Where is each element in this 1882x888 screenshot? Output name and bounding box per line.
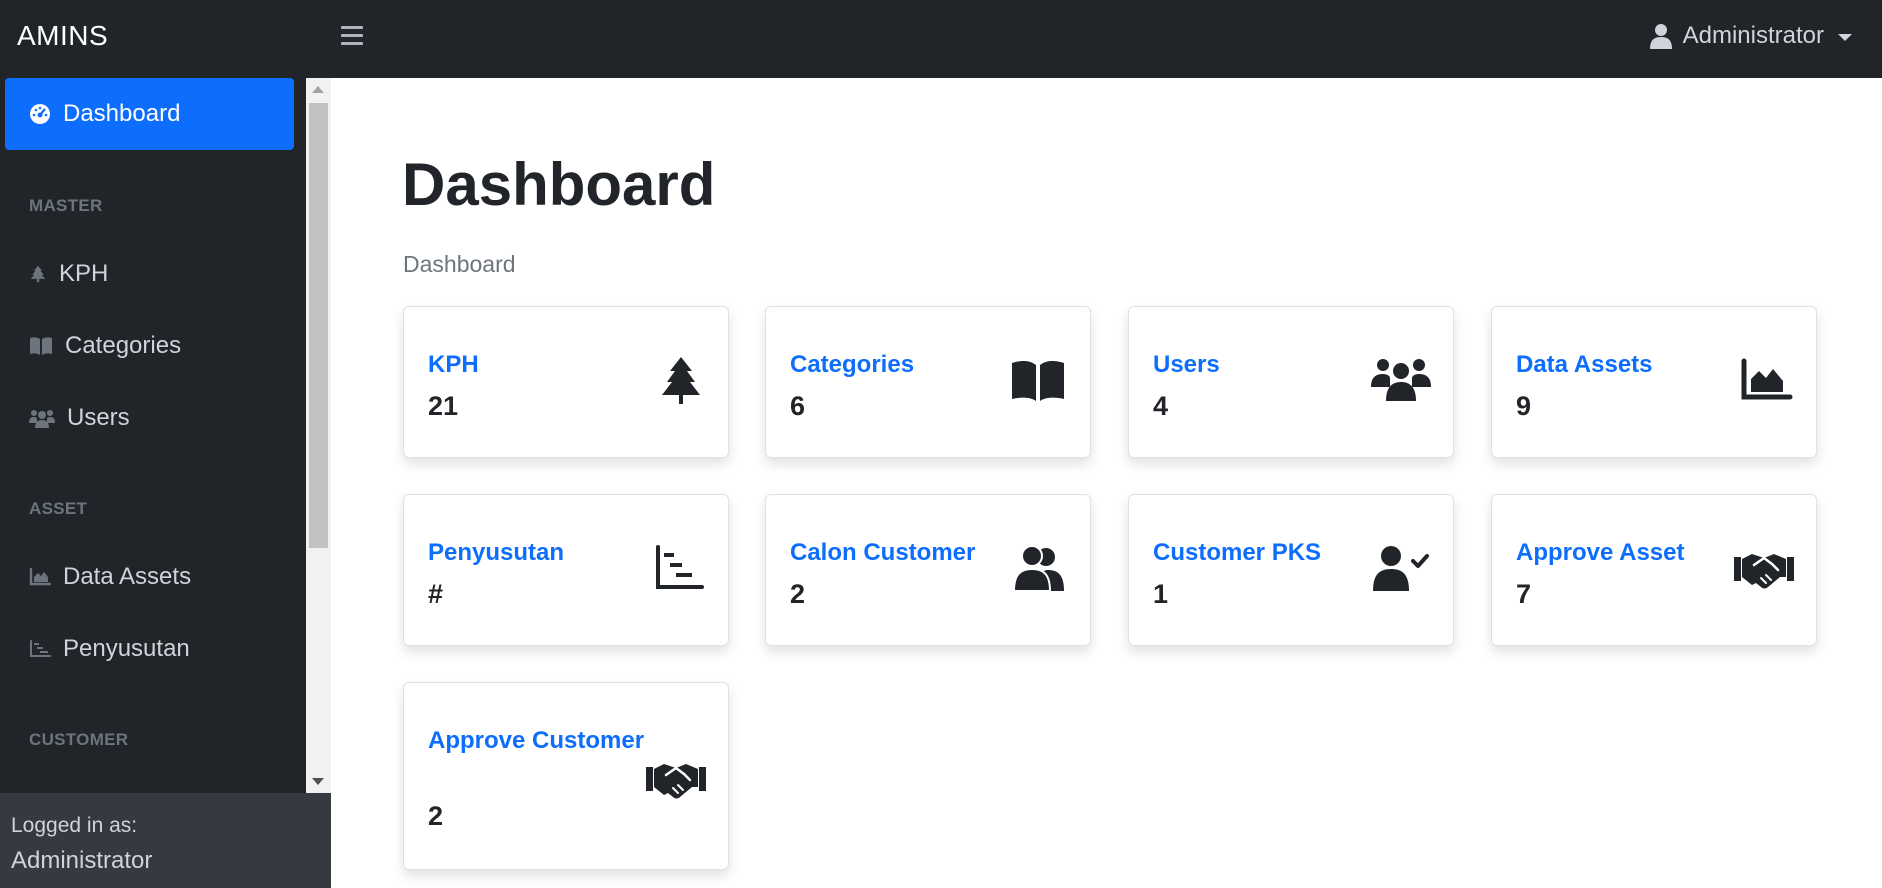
top-navbar: AMINS Administrator (0, 0, 1882, 78)
handshake-icon (646, 764, 706, 799)
card-value: 2 (428, 801, 444, 831)
card-title: Customer PKS (1153, 539, 1322, 566)
card-value: 21 (428, 391, 459, 421)
brand-logo[interactable]: AMINS (17, 20, 108, 52)
user-check-icon (1373, 546, 1429, 591)
user-menu-dropdown[interactable]: Administrator (1649, 22, 1852, 50)
scroll-up-icon[interactable] (312, 86, 324, 93)
user-menu-name: Administrator (1682, 22, 1824, 49)
sidebar-heading-customer: CUSTOMER (29, 730, 129, 749)
card-value: # (428, 579, 444, 609)
sidebar-item-label: Users (67, 404, 130, 431)
sidebar-footer: Logged in as: Administrator (0, 793, 331, 888)
book-open-icon (1012, 360, 1064, 401)
tree-icon (30, 265, 46, 283)
sidebar-toggle-icon[interactable] (341, 26, 363, 48)
users-icon (1371, 359, 1431, 401)
card-penyusutan[interactable]: Penyusutan # (403, 494, 729, 646)
card-customer-pks[interactable]: Customer PKS 1 (1128, 494, 1454, 646)
chart-area-icon (29, 567, 51, 586)
page-title: Dashboard (402, 151, 716, 218)
book-open-icon (30, 337, 52, 355)
sidebar-item-penyusutan[interactable]: Penyusutan (5, 621, 294, 677)
card-value: 1 (1153, 579, 1169, 609)
card-value: 6 (790, 391, 806, 421)
chevron-down-icon (1838, 33, 1852, 41)
sidebar-item-kph[interactable]: KPH (5, 246, 294, 302)
card-title: KPH (428, 351, 479, 378)
scrollbar-thumb[interactable] (309, 103, 328, 548)
card-title: Categories (790, 351, 915, 378)
card-title: Penyusutan (428, 539, 565, 566)
card-title: Approve Customer (428, 727, 645, 754)
card-users[interactable]: Users 4 (1128, 306, 1454, 458)
card-value: 7 (1516, 579, 1532, 609)
user-icon (1649, 24, 1672, 49)
card-calon-customer[interactable]: Calon Customer 2 (765, 494, 1091, 646)
card-kph[interactable]: KPH 21 (403, 306, 729, 458)
card-value: 9 (1516, 391, 1532, 421)
chart-gantt-icon (30, 640, 51, 657)
sidebar-item-label: Penyusutan (63, 635, 190, 662)
sidebar: Dashboard MASTER KPH Categories Users AS… (0, 78, 331, 888)
card-title: Approve Asset (1516, 539, 1685, 566)
sidebar-item-label: Data Assets (63, 563, 192, 590)
sidebar-item-dashboard[interactable]: Dashboard (5, 78, 294, 150)
tree-icon (662, 357, 700, 404)
sidebar-scrollbar[interactable] (306, 78, 331, 793)
card-title: Calon Customer (790, 539, 976, 566)
sidebar-heading-asset: ASSET (29, 499, 88, 518)
handshake-icon (1734, 554, 1794, 589)
sidebar-item-label: Dashboard (63, 100, 181, 127)
sidebar-heading-master: MASTER (29, 196, 103, 215)
sidebar-item-data-assets[interactable]: Data Assets (5, 549, 294, 605)
card-approve-customer[interactable]: Approve Customer 2 (403, 682, 729, 870)
card-approve-asset[interactable]: Approve Asset 7 (1491, 494, 1817, 646)
chart-gantt-icon (656, 545, 704, 589)
logged-in-label: Logged in as: (11, 814, 138, 837)
card-title: Data Assets (1516, 351, 1653, 378)
user-group-icon (1012, 545, 1064, 592)
card-data-assets[interactable]: Data Assets 9 (1491, 306, 1817, 458)
sidebar-item-label: Categories (65, 332, 182, 359)
gauge-icon (30, 104, 50, 124)
chart-area-icon (1741, 358, 1793, 400)
breadcrumb: Dashboard (403, 251, 516, 277)
card-value: 4 (1153, 391, 1169, 421)
users-icon (29, 410, 55, 428)
logged-in-user: Administrator (11, 847, 153, 874)
sidebar-item-categories[interactable]: Categories (5, 318, 294, 374)
scroll-down-icon[interactable] (312, 778, 324, 785)
sidebar-item-users[interactable]: Users (5, 390, 294, 446)
sidebar-menu: Dashboard MASTER KPH Categories Users AS… (0, 78, 306, 793)
card-categories[interactable]: Categories 6 (765, 306, 1091, 458)
sidebar-item-label: KPH (59, 260, 109, 287)
card-value: 2 (790, 579, 806, 609)
card-title: Users (1153, 351, 1220, 378)
